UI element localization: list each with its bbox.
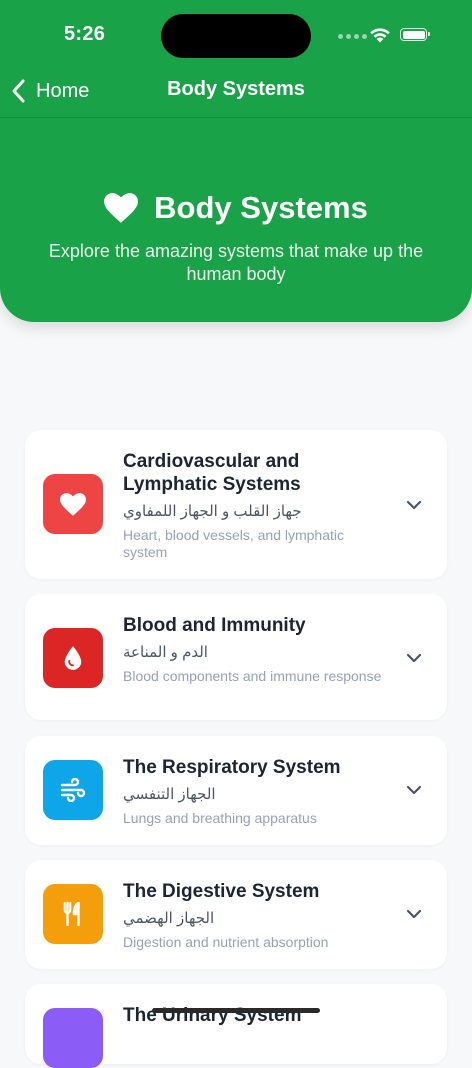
blood-icon-box — [43, 628, 103, 688]
system-description: Digestion and nutrient absorption — [123, 934, 329, 950]
system-card-digestive[interactable]: The Digestive System الجهاز الهضمي Diges… — [25, 860, 447, 969]
system-title: Blood and Immunity — [123, 615, 306, 636]
urinary-icon-box — [43, 1008, 103, 1068]
respiratory-icon-box — [43, 760, 103, 820]
system-card-respiratory[interactable]: The Respiratory System الجهاز التنفسي Lu… — [25, 736, 447, 845]
blood-drop-icon — [64, 646, 82, 670]
utensils-icon — [63, 901, 80, 927]
home-indicator[interactable] — [152, 1008, 320, 1013]
system-card-cardiovascular[interactable]: Cardiovascular and Lymphatic Systems جها… — [25, 430, 447, 579]
system-title: Cardiovascular and Lymphatic Systems — [123, 451, 301, 495]
hero-title: Body Systems — [154, 190, 368, 225]
battery-icon — [400, 28, 430, 41]
system-arabic-title: الجهاز التنفسي — [123, 786, 216, 803]
system-description: Blood components and immune response — [123, 668, 382, 684]
system-card-urinary[interactable]: The Urinary System — [25, 984, 447, 1068]
cardiovascular-icon-box — [43, 474, 103, 534]
chevron-down-icon[interactable] — [405, 784, 423, 796]
system-title: The Respiratory System — [123, 757, 341, 778]
system-card-blood-immunity[interactable]: Blood and Immunity الدم و المناعة Blood … — [25, 594, 447, 720]
heart-icon — [104, 193, 139, 223]
nav-title: Body Systems — [167, 78, 305, 100]
digestive-icon-box — [43, 884, 103, 944]
signal-dots-icon — [338, 34, 367, 39]
system-description: Heart, blood vessels, and lymphatic syst… — [123, 527, 344, 560]
wifi-icon — [370, 28, 390, 43]
hero-subtitle: Explore the amazing systems that make up… — [48, 241, 424, 284]
system-arabic-title: جهاز القلب و الجهاز اللمفاوي — [123, 503, 302, 520]
system-arabic-title: الجهاز الهضمي — [123, 910, 215, 927]
status-time: 5:26 — [64, 23, 106, 45]
hero-heading: Body Systems — [0, 190, 472, 226]
system-title: The Digestive System — [123, 881, 320, 902]
wind-icon — [60, 778, 86, 802]
chevron-down-icon[interactable] — [405, 652, 423, 664]
system-description: Lungs and breathing apparatus — [123, 810, 317, 826]
nav-divider — [0, 117, 472, 118]
system-arabic-title: الدم و المناعة — [123, 644, 208, 661]
dynamic-island — [161, 14, 311, 58]
chevron-down-icon[interactable] — [405, 499, 423, 511]
heart-icon — [60, 492, 86, 516]
chevron-down-icon[interactable] — [405, 908, 423, 920]
